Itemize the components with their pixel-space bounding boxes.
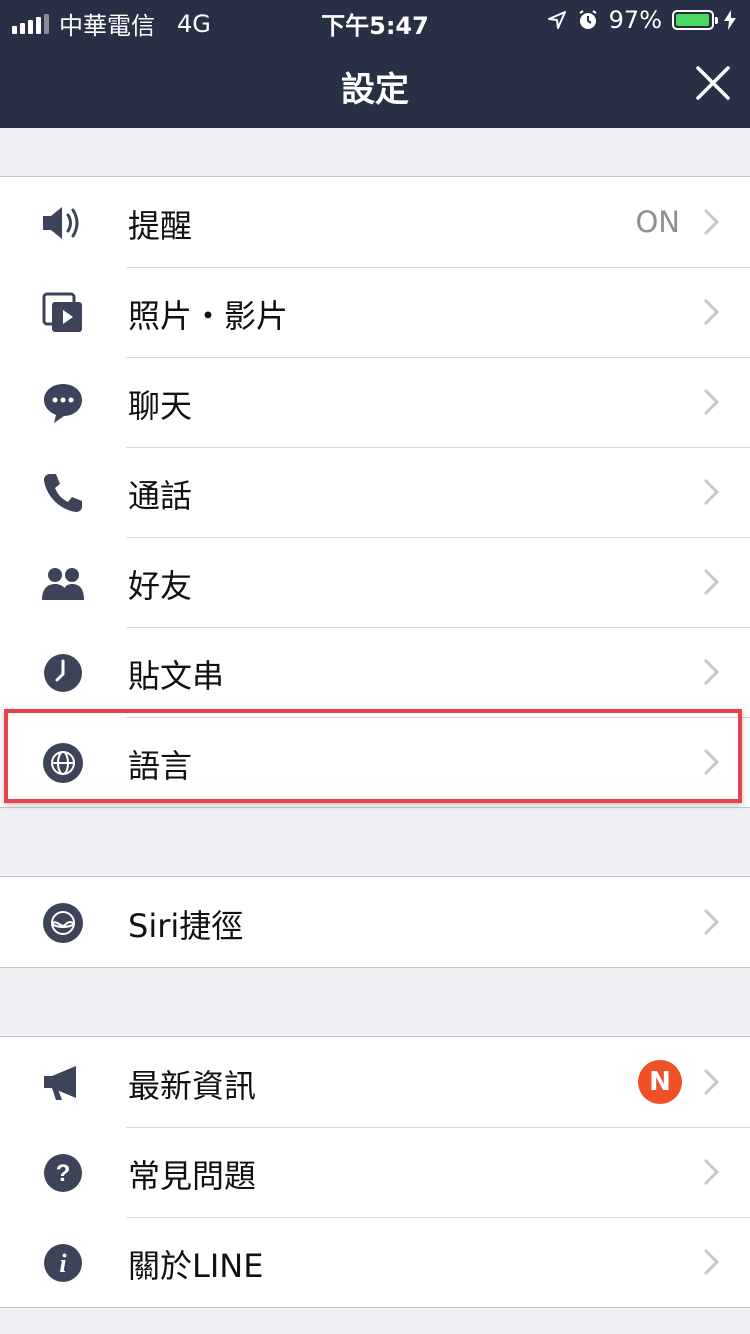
item-label: 好友 (128, 567, 193, 605)
chevron-right-icon (703, 568, 720, 596)
location-arrow-icon (547, 11, 566, 29)
settings-item-friends[interactable]: 好友 (0, 537, 750, 627)
battery-level (676, 14, 709, 26)
phone-icon (44, 474, 82, 512)
close-icon[interactable] (690, 60, 736, 106)
network-label: 4G (177, 9, 211, 38)
speaker-icon (43, 207, 79, 239)
settings-item-timeline[interactable]: 貼文串 (0, 627, 750, 717)
status-left: 中華電信 4G (12, 6, 211, 41)
chevron-right-icon (703, 658, 720, 686)
svg-text:i: i (59, 1249, 67, 1278)
chevron-right-icon (703, 1068, 720, 1096)
chevron-right-icon (703, 478, 720, 506)
question-icon: ? (44, 1154, 82, 1192)
carrier-label: 中華電信 (59, 12, 155, 40)
battery-icon (672, 10, 718, 30)
new-badge: N (638, 1060, 682, 1104)
chevron-right-icon (703, 908, 720, 936)
battery-percent: 97% (608, 6, 662, 34)
settings-group-siri: Siri捷徑 (0, 876, 750, 968)
chevron-right-icon (703, 388, 720, 416)
info-icon: i (44, 1244, 82, 1282)
chat-bubble-icon (44, 384, 82, 423)
status-right: 97% (547, 6, 736, 34)
settings-item-faq[interactable]: ? 常見問題 (0, 1127, 750, 1217)
chevron-right-icon (703, 1248, 720, 1276)
settings-group-main: 提醒 ON 照片・影片 聊天 通話 好友 貼文串 語言 (0, 176, 750, 808)
item-label: 關於LINE (128, 1247, 264, 1285)
settings-item-language[interactable]: 語言 (0, 717, 750, 807)
settings-item-news[interactable]: 最新資訊 N (0, 1037, 750, 1127)
page-title: 設定 (341, 70, 409, 110)
item-label: 貼文串 (128, 657, 225, 695)
item-label: 提醒 (128, 207, 193, 245)
alarm-icon (579, 10, 597, 29)
chevron-right-icon (703, 1158, 720, 1186)
friends-icon (42, 568, 84, 600)
item-label: 常見問題 (128, 1157, 257, 1195)
globe-icon (43, 743, 83, 783)
megaphone-icon (44, 1066, 76, 1100)
item-label: 最新資訊 (128, 1067, 257, 1105)
settings-item-siri-shortcuts[interactable]: Siri捷徑 (0, 877, 750, 967)
item-label: 語言 (128, 747, 193, 785)
chevron-right-icon (703, 298, 720, 326)
settings-item-chats[interactable]: 聊天 (0, 357, 750, 447)
settings-item-photos-videos[interactable]: 照片・影片 (0, 267, 750, 357)
settings-item-notifications[interactable]: 提醒 ON (0, 177, 750, 267)
nav-bar: 設定 (0, 40, 750, 128)
chevron-right-icon (703, 208, 720, 236)
charging-bolt-icon (724, 10, 736, 30)
item-value: ON (635, 205, 680, 239)
item-label: 聊天 (128, 387, 193, 425)
settings-group-about: 最新資訊 N ? 常見問題 i 關於LINE (0, 1036, 750, 1308)
item-label: 通話 (128, 477, 193, 515)
siri-icon (43, 903, 83, 943)
media-icon (42, 292, 82, 332)
status-bar: 中華電信 4G 下午5:47 97% (0, 0, 750, 40)
clock-icon (44, 654, 82, 692)
settings-item-about[interactable]: i 關於LINE (0, 1217, 750, 1307)
item-label: Siri捷徑 (128, 907, 244, 945)
chevron-right-icon (703, 748, 720, 776)
signal-icon (12, 13, 49, 34)
settings-item-calls[interactable]: 通話 (0, 447, 750, 537)
item-label: 照片・影片 (128, 297, 289, 335)
svg-text:?: ? (56, 1160, 71, 1187)
